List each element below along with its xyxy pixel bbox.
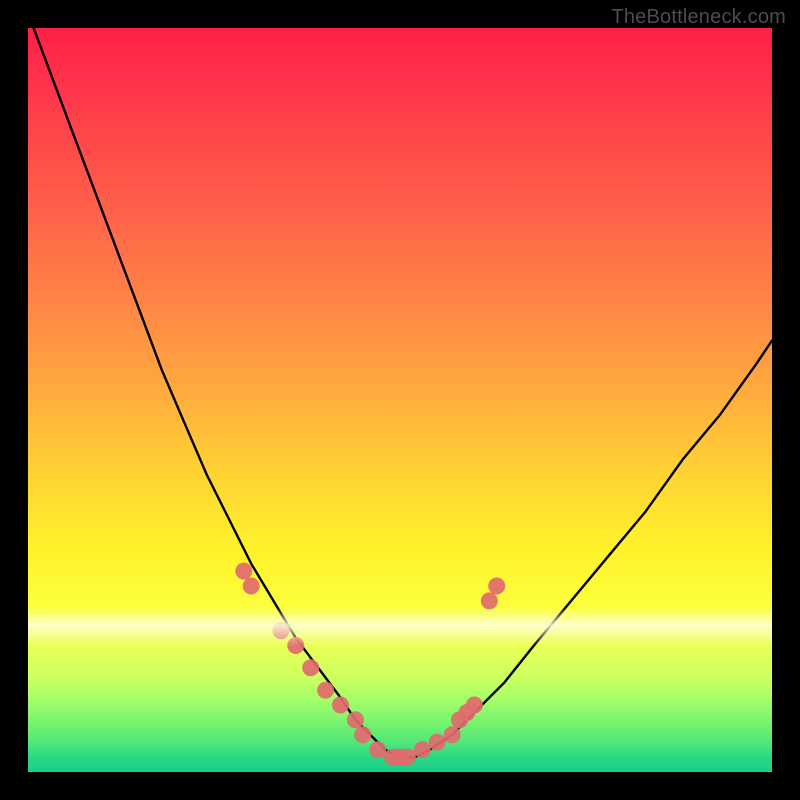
data-marker [354, 726, 371, 743]
data-markers [235, 563, 505, 766]
data-marker [347, 711, 364, 728]
data-marker [466, 697, 483, 714]
chart-svg [28, 28, 772, 772]
bottleneck-curve [28, 13, 772, 757]
data-marker [399, 749, 416, 766]
data-marker [302, 659, 319, 676]
chart-frame: TheBottleneck.com [0, 0, 800, 800]
data-marker [444, 726, 461, 743]
data-marker [488, 578, 505, 595]
data-marker [429, 734, 446, 751]
data-marker [369, 741, 386, 758]
watermark-text: TheBottleneck.com [611, 6, 786, 29]
data-marker [481, 592, 498, 609]
data-marker [414, 741, 431, 758]
data-marker [332, 697, 349, 714]
data-marker [317, 682, 334, 699]
data-marker [273, 622, 290, 639]
data-marker [235, 563, 252, 580]
data-marker [243, 578, 260, 595]
data-marker [287, 637, 304, 654]
chart-plot-area [28, 28, 772, 772]
